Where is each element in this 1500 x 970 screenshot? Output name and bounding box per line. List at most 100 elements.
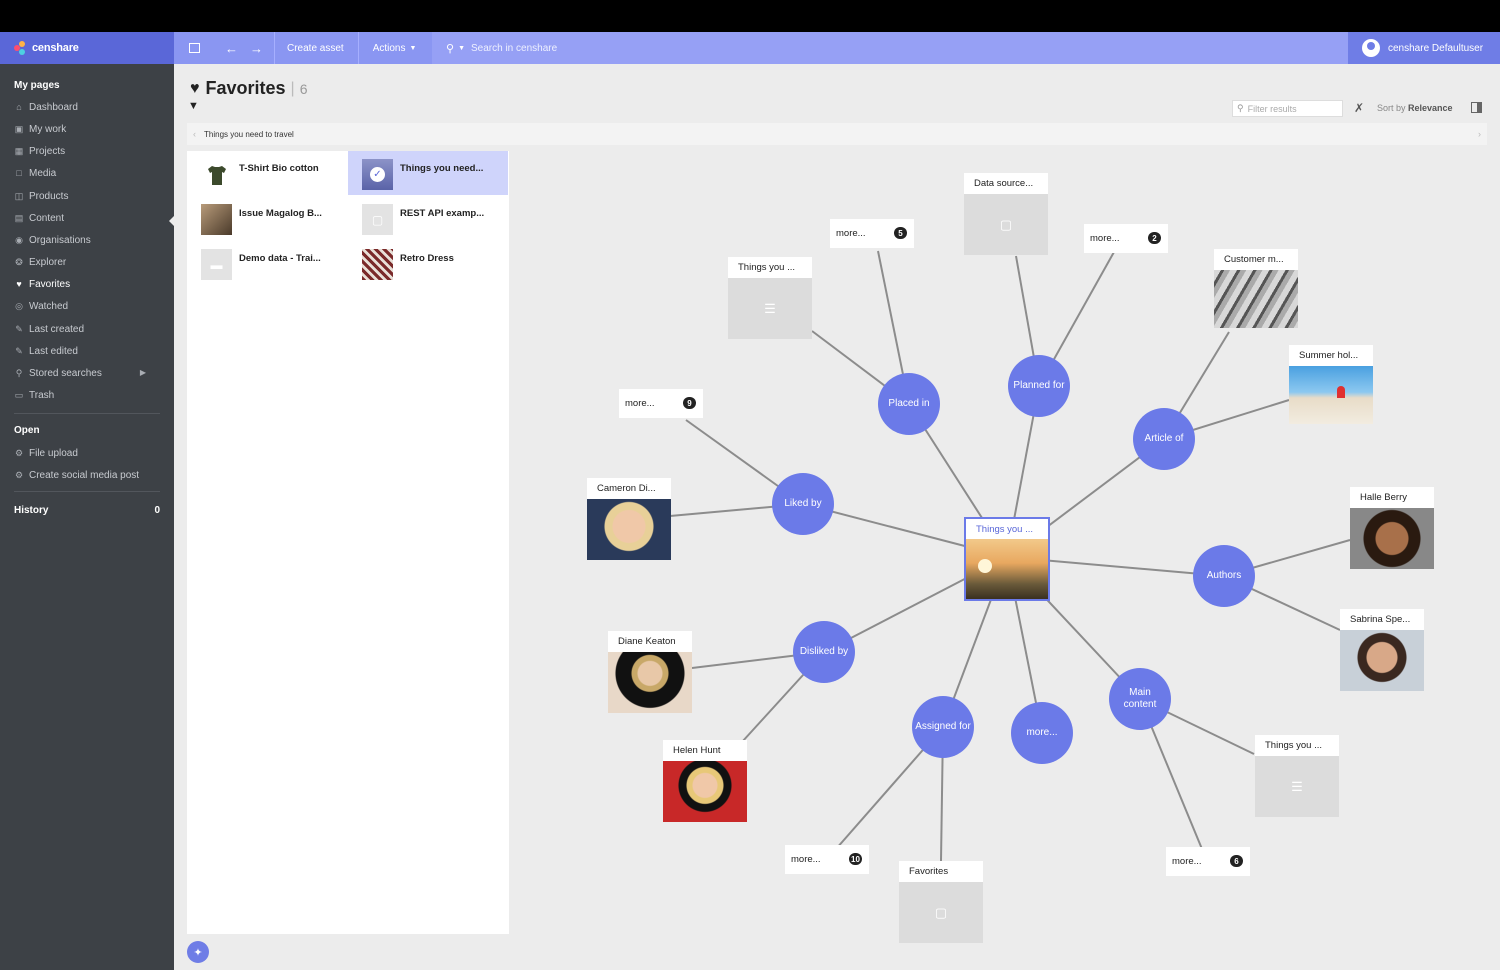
sidebar-item-trash[interactable]: ▭ Trash	[14, 386, 164, 404]
more-pill[interactable]: more... 10	[785, 845, 869, 874]
list-item[interactable]: T-Shirt Bio cotton	[187, 151, 347, 195]
filter-icon[interactable]: ▼	[188, 100, 199, 112]
portrait-photo	[663, 761, 747, 822]
more-pill[interactable]: more... 9	[619, 389, 703, 418]
relation-node-authors[interactable]: Authors	[1193, 545, 1255, 607]
asset-card-things-you-2[interactable]: Things you ... ☰	[1255, 735, 1339, 817]
sidebar-item-watched[interactable]: ◎ Watched	[14, 297, 164, 315]
relation-node-liked-by[interactable]: Liked by	[772, 473, 834, 535]
list-item[interactable]: ▢ REST API examp...	[348, 196, 508, 240]
relation-node-placed-in[interactable]: Placed in	[878, 373, 940, 435]
document-icon: ☰	[1291, 778, 1303, 794]
tshirt-thumbnail	[201, 159, 232, 190]
list-item[interactable]: ▬ Demo data - Trai...	[187, 241, 347, 285]
sidebar-item-favorites[interactable]: ♥ Favorites	[14, 275, 164, 293]
list-item[interactable]: Retro Dress	[348, 241, 508, 285]
back-arrow-icon[interactable]: ←	[225, 41, 238, 56]
relation-node-main-content[interactable]: Main content	[1109, 668, 1171, 730]
asset-card-diane[interactable]: Diane Keaton	[608, 631, 692, 713]
relation-node-article-of[interactable]: Article of	[1133, 408, 1195, 470]
asset-card-summer[interactable]: Summer hol...	[1289, 345, 1373, 424]
item-name: T-Shirt Bio cotton	[239, 163, 319, 174]
sort-dropdown[interactable]: Sort by Relevance	[1377, 103, 1453, 113]
relation-node-disliked-by[interactable]: Disliked by	[793, 621, 855, 683]
sidebar-heading-my-pages: My pages	[14, 80, 60, 91]
sidebar-item-label: Media	[29, 167, 57, 179]
card-label: Things you ...	[728, 257, 812, 278]
sidebar-item-label: Stored searches	[29, 367, 102, 379]
item-name: Things you need...	[400, 163, 484, 174]
card-label: Data source...	[964, 173, 1048, 194]
list-item[interactable]: ✓ Things you need...	[348, 151, 508, 195]
global-search[interactable]: ⚲ ▼ Search in censhare	[432, 32, 1348, 64]
sidebar-item-products[interactable]: ◫ Products	[14, 187, 164, 205]
user-menu[interactable]: censhare Defaultuser	[1348, 32, 1500, 64]
sidebar-item-create-social-media-post[interactable]: ⚙ Create social media post	[14, 466, 164, 484]
sidebar-heading-history[interactable]: History	[14, 505, 48, 516]
filter-results-input[interactable]: ⚲ Filter results	[1232, 100, 1343, 117]
search-icon: ⚲	[1237, 103, 1244, 113]
sidebar-divider	[14, 413, 160, 414]
card-label: Diane Keaton	[608, 631, 692, 652]
pin-button[interactable]: ✦	[187, 941, 209, 963]
more-pill[interactable]: more... 2	[1084, 224, 1168, 253]
more-count-badge: 9	[683, 397, 696, 409]
user-name: censhare Defaultuser	[1388, 42, 1484, 54]
asset-card-data-source[interactable]: Data source... ▢	[964, 173, 1048, 255]
chevron-right-icon[interactable]: ›	[1478, 129, 1481, 139]
sidebar-item-my-work[interactable]: ▣ My work	[14, 120, 164, 138]
more-pill[interactable]: more... 6	[1166, 847, 1250, 876]
umbrella-icon	[1337, 386, 1345, 398]
asset-card-helen[interactable]: Helen Hunt	[663, 740, 747, 822]
portrait-photo	[608, 652, 692, 713]
forward-arrow-icon[interactable]: →	[250, 41, 263, 56]
breadcrumb-item[interactable]: Things you need to travel	[204, 130, 294, 139]
sidebar-item-organisations[interactable]: ◉ Organisations	[14, 231, 164, 249]
asset-card-sabrina[interactable]: Sabrina Spe...	[1340, 609, 1424, 691]
center-asset-card[interactable]: Things you ...	[964, 517, 1050, 601]
sidebar-item-stored-searches[interactable]: ⚲ Stored searches ▶	[14, 364, 164, 382]
relation-node-planned-for[interactable]: Planned for	[1008, 355, 1070, 417]
chevron-left-icon[interactable]: ‹	[193, 129, 196, 139]
sidebar-item-file-upload[interactable]: ⚙ File upload	[14, 444, 164, 462]
sidebar-item-dashboard[interactable]: ⌂ Dashboard	[14, 98, 164, 116]
relation-node-more[interactable]: more...	[1011, 702, 1073, 764]
asset-card-customer[interactable]: Customer m...	[1214, 249, 1298, 328]
list-item[interactable]: Issue Magalog B...	[187, 196, 347, 240]
actions-menu-button[interactable]: Actions ▼	[359, 32, 433, 64]
brand-name: censhare	[32, 42, 79, 54]
relation-node-assigned-for[interactable]: Assigned for	[912, 696, 974, 758]
heart-icon: ♥	[16, 279, 22, 289]
document-placeholder: ☰	[728, 278, 812, 339]
panel-toggle-icon[interactable]	[1471, 102, 1482, 113]
sidebar-item-explorer[interactable]: ❂ Explorer	[14, 253, 164, 271]
collapse-icon[interactable]: ✗	[1354, 101, 1364, 115]
magalog-thumbnail	[201, 204, 232, 235]
main-area: ♥ Favorites | 6 ▼ ⚲ Filter results ✗ Sor…	[174, 64, 1500, 970]
more-count-badge: 5	[894, 227, 907, 239]
sidebar-item-last-edited[interactable]: ✎ Last edited	[14, 342, 164, 360]
briefcase-icon: ▣	[14, 123, 24, 134]
asset-card-cameron[interactable]: Cameron Di...	[587, 478, 671, 560]
asset-card-halle[interactable]: Halle Berry	[1350, 487, 1434, 569]
brand-logo[interactable]: censhare	[0, 32, 174, 64]
sidebar-toggle-button[interactable]	[174, 32, 214, 64]
sidebar-item-projects[interactable]: ▦ Projects	[14, 142, 164, 160]
sidebar-item-label: Products	[29, 190, 69, 202]
sort-value: Relevance	[1408, 103, 1453, 113]
organisations-icon: ◉	[15, 234, 23, 245]
search-scope-chevron-icon[interactable]: ▼	[458, 45, 465, 52]
title-divider: |	[290, 79, 295, 97]
content-icon: ▤	[14, 212, 24, 223]
more-pill[interactable]: more... 5	[830, 219, 914, 248]
sidebar-item-content[interactable]: ▤ Content	[14, 209, 164, 227]
sidebar-item-last-created[interactable]: ✎ Last created	[14, 320, 164, 338]
create-asset-button[interactable]: Create asset	[275, 32, 358, 64]
folder-placeholder: ▢	[964, 194, 1048, 255]
sidebar-item-media[interactable]: □ Media	[14, 164, 164, 182]
search-input[interactable]: Search in censhare	[471, 43, 557, 54]
asset-card-favorites[interactable]: Favorites ▢	[899, 861, 983, 943]
asset-card-things-you[interactable]: Things you ... ☰	[728, 257, 812, 339]
portrait-photo	[1350, 508, 1434, 569]
center-asset-label: Things you ...	[976, 523, 1034, 535]
